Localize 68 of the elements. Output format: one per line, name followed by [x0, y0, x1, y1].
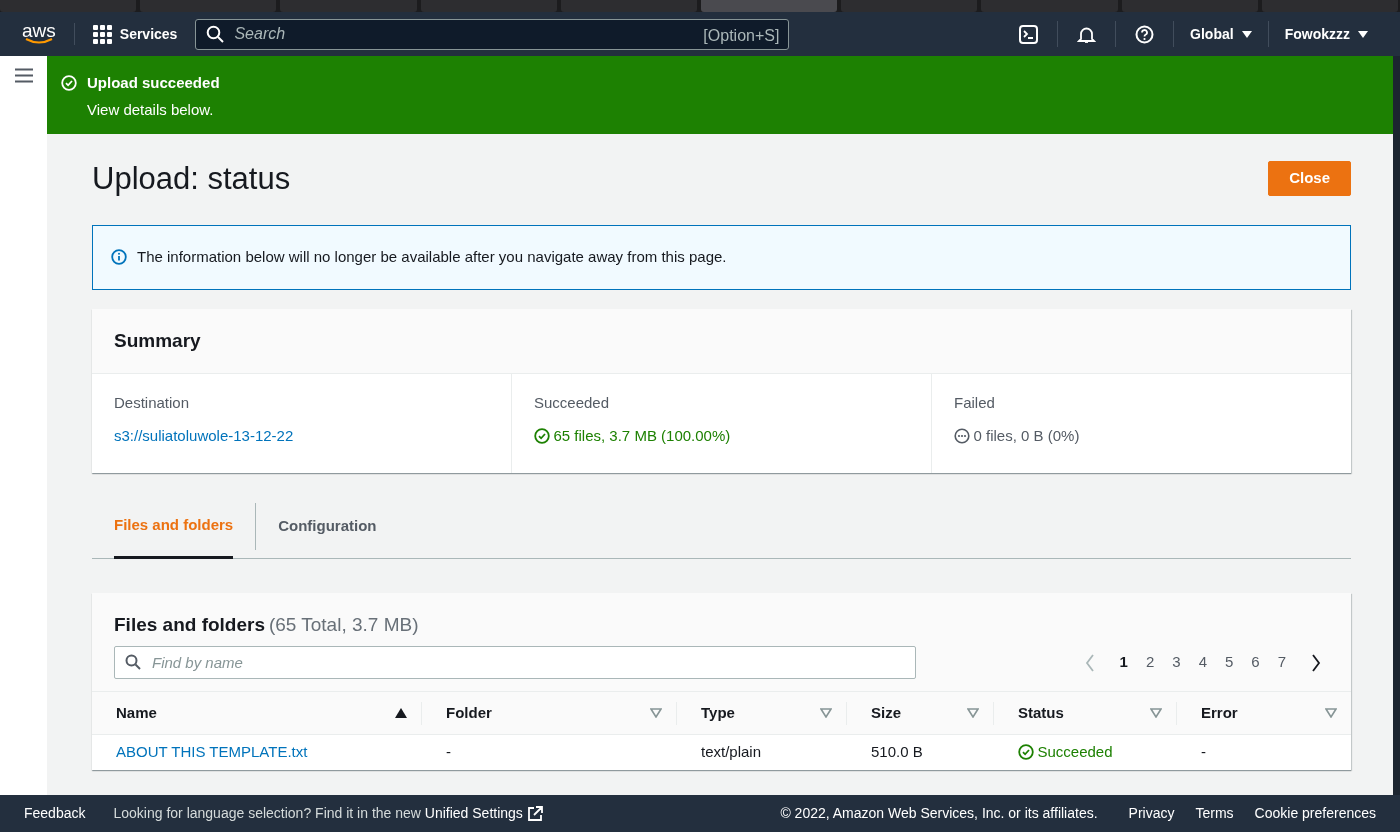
- status-text: Succeeded: [1037, 741, 1113, 762]
- caret-icon: [1241, 30, 1252, 38]
- success-icon: [61, 75, 77, 91]
- menu-icon[interactable]: [14, 68, 33, 83]
- region-menu[interactable]: Global: [1174, 23, 1268, 45]
- panel-title: Files and folders: [114, 613, 265, 635]
- success-icon: [534, 427, 550, 444]
- page-button[interactable]: 4: [1189, 651, 1216, 674]
- copyright-text: © 2022, Amazon Web Services, Inc. or its affiliates.: [780, 804, 1098, 823]
- file-link[interactable]: ABOUT THIS TEMPLATE.txt: [116, 742, 308, 760]
- caret-icon: [1358, 30, 1368, 38]
- sort-icon[interactable]: [1325, 708, 1337, 719]
- summary-label: Failed: [954, 393, 996, 414]
- banner-title: Upload succeeded: [87, 73, 220, 93]
- summary-label: Destination: [114, 393, 191, 414]
- info-message: The information below will no longer be available after you navigate away from this page.: [137, 247, 727, 268]
- sort-ascending-icon[interactable]: [395, 708, 407, 719]
- sort-icon[interactable]: [820, 708, 832, 719]
- panel-title: Summary: [92, 308, 1351, 375]
- settings-link[interactable]: Unified Settings: [424, 805, 523, 821]
- info-icon: [111, 249, 127, 266]
- search-field[interactable]: Find by name: [114, 646, 916, 680]
- sort-icon[interactable]: [1150, 708, 1162, 719]
- page-button[interactable]: 7: [1268, 651, 1295, 674]
- table-cell: -: [1177, 734, 1351, 771]
- page-title: Upload: status: [92, 160, 291, 198]
- next-page-icon[interactable]: [1311, 653, 1321, 672]
- table-cell: 510.0 B: [847, 734, 994, 771]
- success-icon: [1018, 743, 1034, 760]
- pending-icon: [954, 427, 970, 444]
- summary-value: 65 files, 3.7 MB (100.00%): [553, 425, 731, 446]
- table-cell: text/plain: [677, 734, 847, 771]
- grid-icon: [92, 24, 112, 44]
- column-header[interactable]: Size: [871, 702, 901, 725]
- help-icon[interactable]: [1135, 24, 1155, 44]
- column-header[interactable]: Error: [1201, 702, 1238, 725]
- page-button[interactable]: 1: [1110, 651, 1137, 674]
- destination-link[interactable]: s3://suliatoluwole-13-12-22: [114, 424, 294, 448]
- shortcut-hint: [Option+S]: [703, 25, 780, 46]
- column-header[interactable]: Folder: [446, 702, 492, 725]
- sort-icon[interactable]: [650, 708, 662, 719]
- footer-link[interactable]: Terms: [1195, 803, 1234, 824]
- search-icon: [125, 654, 141, 671]
- page-button[interactable]: 3: [1163, 651, 1190, 674]
- search-icon: [206, 24, 225, 43]
- page-button[interactable]: 5: [1215, 651, 1243, 674]
- banner-message: View details below.: [87, 99, 215, 120]
- footer-link[interactable]: Privacy: [1128, 803, 1175, 824]
- table-cell: -: [422, 734, 677, 771]
- page-button[interactable]: 6: [1242, 651, 1269, 674]
- terminal-icon[interactable]: [1019, 24, 1039, 44]
- column-header[interactable]: Status: [1018, 702, 1064, 725]
- page-button[interactable]: 2: [1136, 651, 1164, 674]
- feedback-link[interactable]: Feedback: [24, 803, 86, 824]
- aws-logo[interactable]: aws: [22, 22, 75, 46]
- account-menu[interactable]: Fowokzzz: [1268, 23, 1384, 45]
- external-link-icon[interactable]: [526, 805, 543, 822]
- language-notice: Looking for language selection? Find it in the new Unified Settings: [113, 804, 523, 823]
- item-count: (65 Total, 3.7 MB): [268, 613, 419, 635]
- column-header[interactable]: Name: [116, 702, 157, 725]
- column-header[interactable]: Type: [701, 702, 735, 725]
- smile-icon: [23, 38, 54, 46]
- tab[interactable]: Configuration: [278, 503, 377, 550]
- summary-value: 0 files, 0 B (0%): [973, 425, 1080, 446]
- sort-icon[interactable]: [967, 708, 979, 719]
- footer-link[interactable]: Cookie preferences: [1254, 803, 1376, 824]
- services-button[interactable]: Services: [92, 23, 178, 45]
- summary-label: Succeeded: [534, 393, 611, 414]
